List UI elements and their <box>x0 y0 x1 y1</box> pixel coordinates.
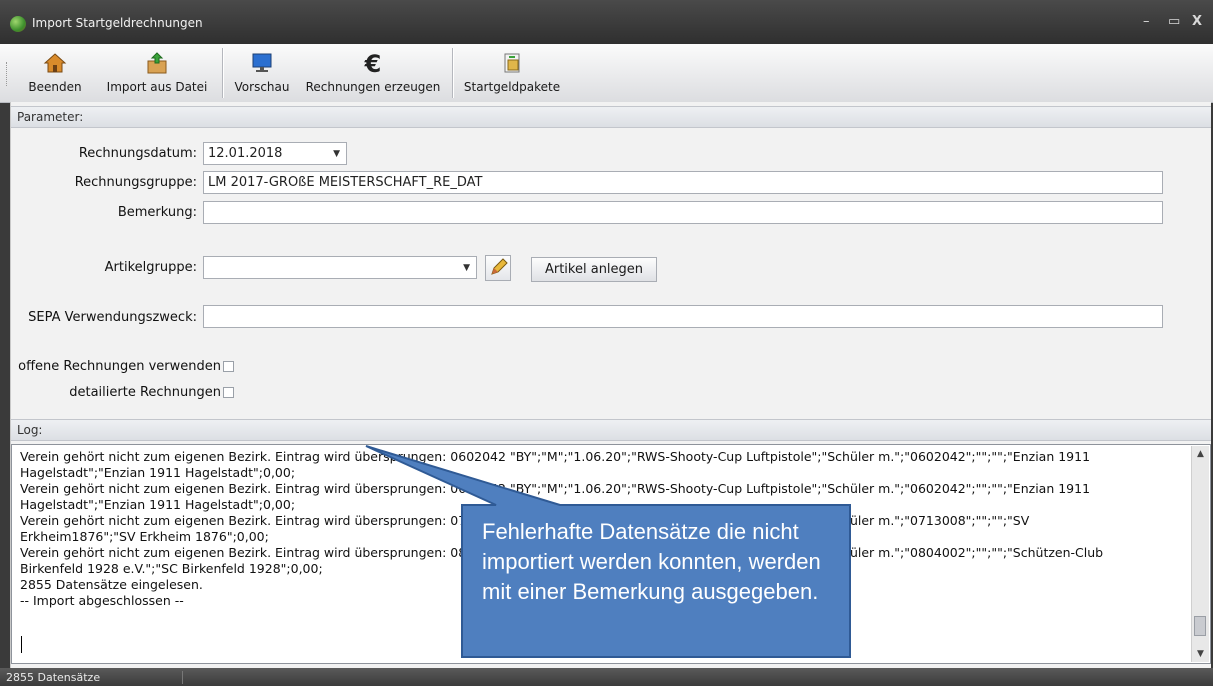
status-text: 2855 Datensätze <box>6 671 101 684</box>
status-bar: 2855 Datensätze <box>0 668 1213 686</box>
callout-text: Fehlerhafte Datensätze die nicht importi… <box>482 519 821 604</box>
status-separator <box>182 671 183 684</box>
